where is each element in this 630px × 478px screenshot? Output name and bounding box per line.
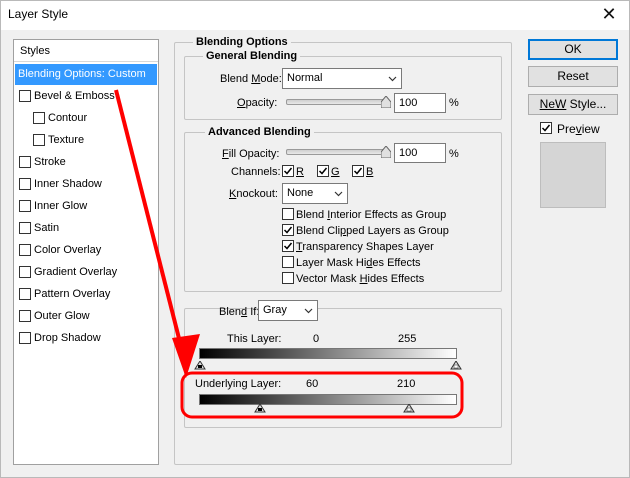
annotation-arrow [114,89,188,367]
annotation-arrowhead [172,334,200,378]
annotation-overlay [114,89,464,419]
annotation-highlight-box [180,371,464,419]
